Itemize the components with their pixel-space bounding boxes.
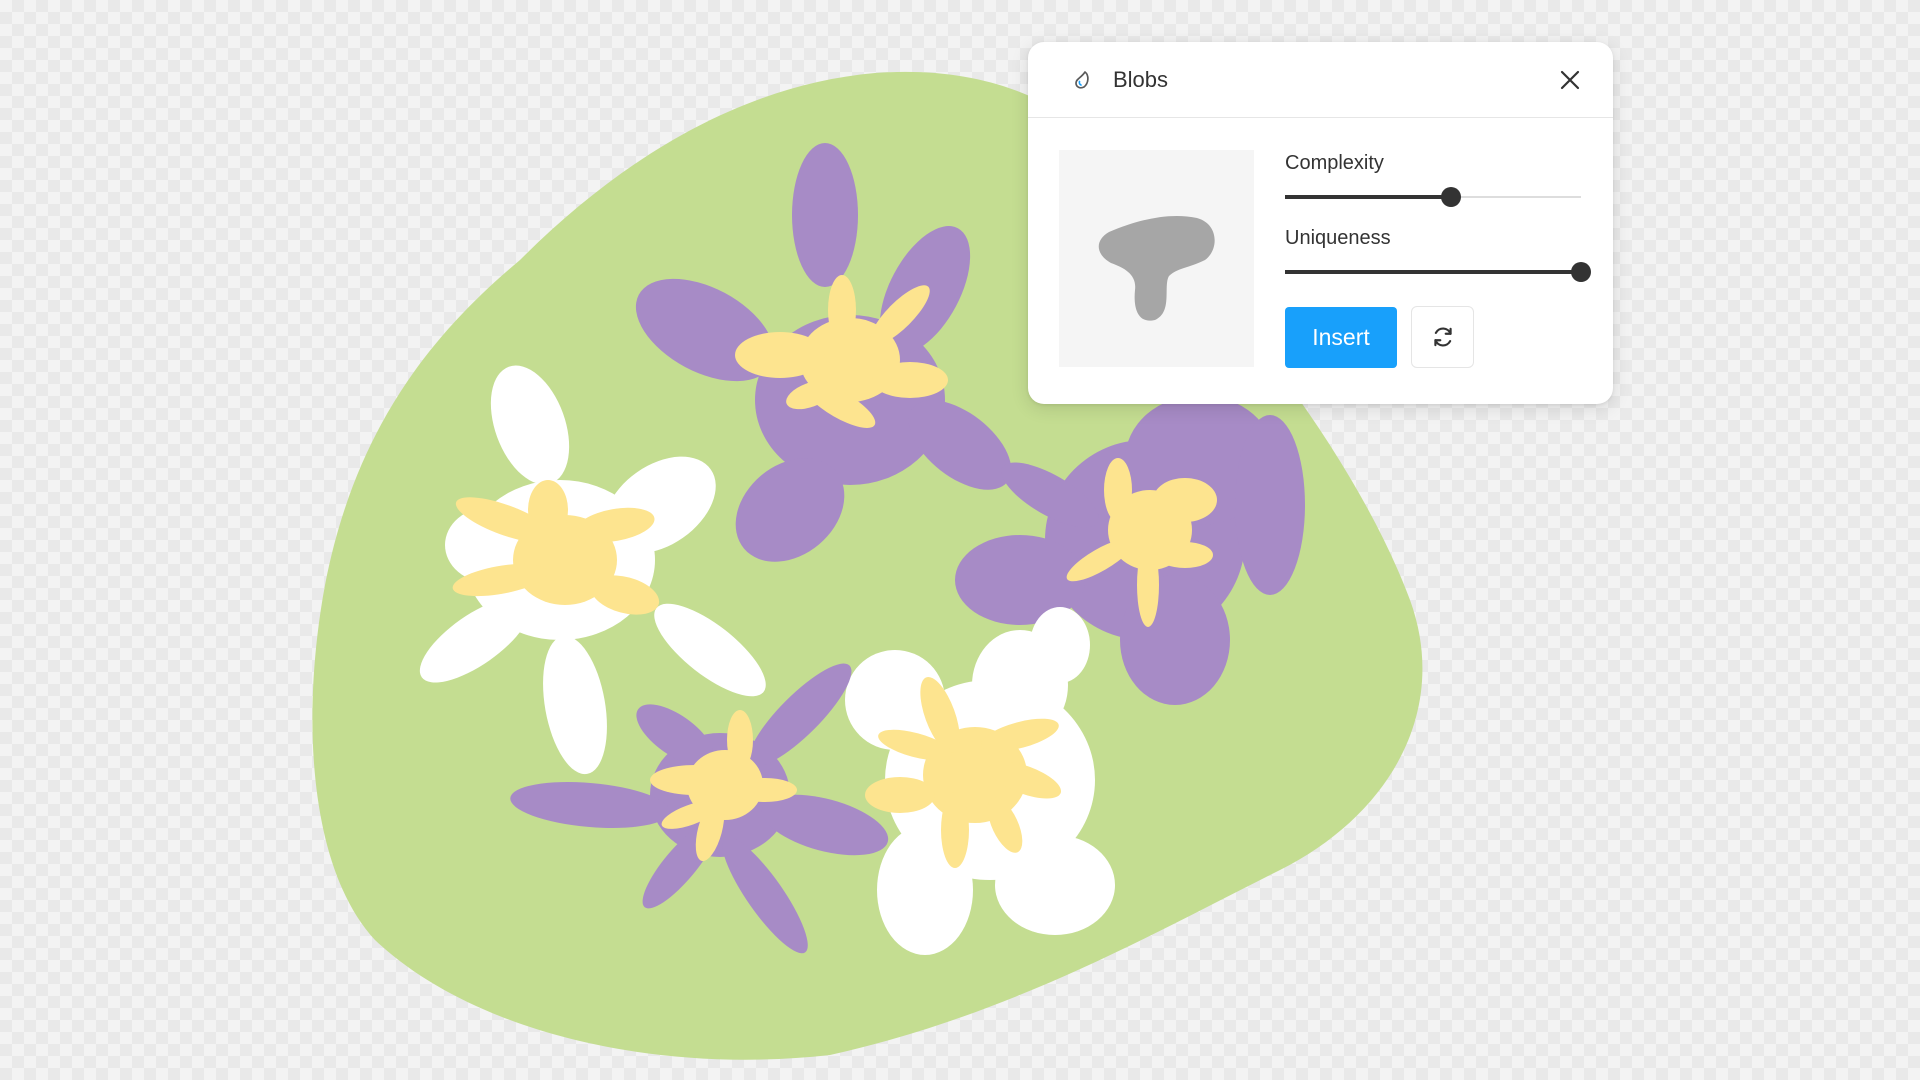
blob-artwork[interactable] <box>0 0 1920 1080</box>
complexity-label: Complexity <box>1285 152 1384 174</box>
complexity-slider[interactable] <box>1285 185 1581 209</box>
preview-blob-shape <box>1098 215 1215 321</box>
close-icon <box>1560 70 1580 90</box>
close-button[interactable] <box>1552 62 1588 98</box>
slider-thumb[interactable] <box>1440 187 1461 207</box>
blob-preview <box>1059 150 1254 367</box>
insert-button[interactable]: Insert <box>1285 307 1397 368</box>
blob-drop-icon <box>1075 71 1089 89</box>
panel-header: Blobs <box>1028 42 1613 118</box>
slider-fill <box>1285 270 1581 274</box>
refresh-icon <box>1433 327 1452 347</box>
slider-fill <box>1285 195 1451 199</box>
uniqueness-slider[interactable] <box>1285 260 1591 284</box>
blobs-plugin-panel: Blobs Complexity Uniqueness Insert <box>1028 42 1613 404</box>
slider-thumb[interactable] <box>1571 262 1591 282</box>
panel-title: Blobs <box>1113 67 1169 92</box>
regenerate-button[interactable] <box>1411 306 1474 368</box>
uniqueness-label: Uniqueness <box>1285 227 1391 249</box>
